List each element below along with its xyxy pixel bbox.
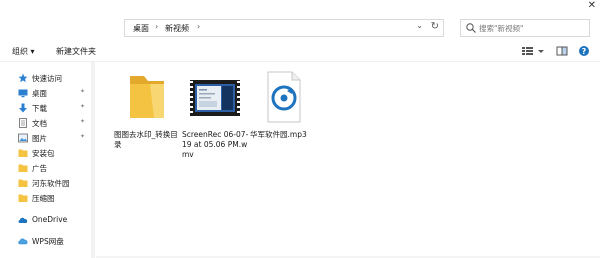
nav-item-wps-cloud[interactable]: WPS网盘 [18, 235, 92, 248]
nav-item-label: 文档 [32, 119, 47, 128]
close-icon[interactable]: ✕ [588, 0, 596, 12]
pin-icon[interactable]: ✦ [80, 88, 85, 95]
help-glyph: ? [582, 47, 587, 56]
nav-item-folder-installers[interactable]: 安装包 [18, 147, 92, 160]
help-icon[interactable]: ? [578, 45, 590, 57]
address-row: 桌面 › 新视频 › ⌄ ↻ [0, 14, 600, 42]
nav-item-label: WPS网盘 [32, 237, 64, 246]
nav-item-onedrive[interactable]: OneDrive [18, 214, 92, 227]
title-bar: ✕ [0, 0, 600, 14]
desktop-icon [18, 89, 28, 98]
breadcrumb-desktop[interactable]: 桌面 [133, 23, 149, 34]
nav-item-label: 河东软件园 [32, 179, 70, 188]
nav-item-desktop[interactable]: 桌面 ✦ [18, 87, 92, 100]
nav-item-label: 桌面 [32, 89, 47, 98]
navigation-pane-scrollbar[interactable] [91, 62, 95, 258]
folder-icon [18, 194, 28, 202]
picture-icon [18, 133, 28, 143]
search-icon [466, 23, 476, 33]
pin-icon[interactable]: ✦ [80, 103, 85, 110]
chevron-down-icon[interactable] [537, 45, 545, 57]
preview-pane-icon[interactable] [556, 45, 568, 57]
breadcrumb-new-video[interactable]: 新视频 [165, 23, 189, 34]
nav-item-folder-compressed[interactable]: 压缩图 [18, 192, 92, 205]
address-dropdown-icon[interactable]: ⌄ [416, 21, 423, 30]
nav-item-downloads[interactable]: 下载 ✦ [18, 102, 92, 115]
nav-item-label: 广告 [32, 164, 47, 173]
new-folder-button[interactable]: 新建文件夹 [56, 46, 96, 57]
folder-icon [130, 76, 164, 118]
nav-item-label: 安装包 [32, 149, 55, 158]
nav-item-label: 压缩图 [32, 194, 55, 203]
cloud-icon [18, 217, 28, 223]
download-icon [19, 103, 27, 113]
audio-file-icon [267, 71, 301, 123]
organize-button[interactable]: 组织 ▾ [12, 46, 35, 57]
star-icon [18, 73, 28, 83]
nav-item-pictures[interactable]: 图片 ✦ [18, 132, 92, 145]
nav-item-label: 下载 [32, 104, 47, 113]
video-thumbnail-icon [190, 80, 240, 116]
nav-item-label: OneDrive [32, 215, 68, 224]
search-input[interactable] [479, 21, 587, 35]
nav-item-folder-ads[interactable]: 广告 [18, 162, 92, 175]
search-box[interactable] [460, 19, 590, 37]
address-bar[interactable]: 桌面 › 新视频 › ⌄ ↻ [124, 19, 444, 37]
file-list: 图图去水印_转换目录 ScreenRec 06-07-19 at 05.06 P… [98, 62, 600, 258]
file-name: 图图去水印_转换目录 [114, 130, 178, 149]
nav-item-documents[interactable]: 文档 ✦ [18, 117, 92, 130]
nav-item-folder-hedong[interactable]: 河东软件园 [18, 177, 92, 190]
refresh-icon[interactable]: ↻ [431, 21, 439, 32]
folder-icon [18, 149, 28, 157]
cloud-icon [18, 238, 28, 245]
command-bar: 组织 ▾ 新建文件夹 ? [0, 42, 600, 62]
file-name: ScreenRec 06-07-19 at 05.06 PM.wmv [182, 130, 249, 159]
pin-icon[interactable]: ✦ [80, 133, 85, 140]
nav-item-label: 快速访问 [32, 74, 62, 83]
navigation-pane: 快速访问 桌面 ✦ 下载 ✦ 文档 ✦ 图片 ✦ 安装包 广告 河东软件园 压缩 [0, 62, 92, 258]
folder-icon [18, 164, 28, 172]
pin-icon[interactable]: ✦ [80, 118, 85, 125]
nav-item-quick-access[interactable]: 快速访问 [18, 72, 92, 85]
document-icon [19, 118, 27, 128]
breadcrumb-separator[interactable]: › [155, 22, 158, 31]
folder-icon [18, 179, 28, 187]
breadcrumb-separator[interactable]: › [197, 22, 200, 31]
file-name: 华军软件园.mp3 [250, 130, 307, 139]
view-options-icon[interactable] [521, 45, 535, 57]
nav-item-label: 图片 [32, 134, 47, 143]
